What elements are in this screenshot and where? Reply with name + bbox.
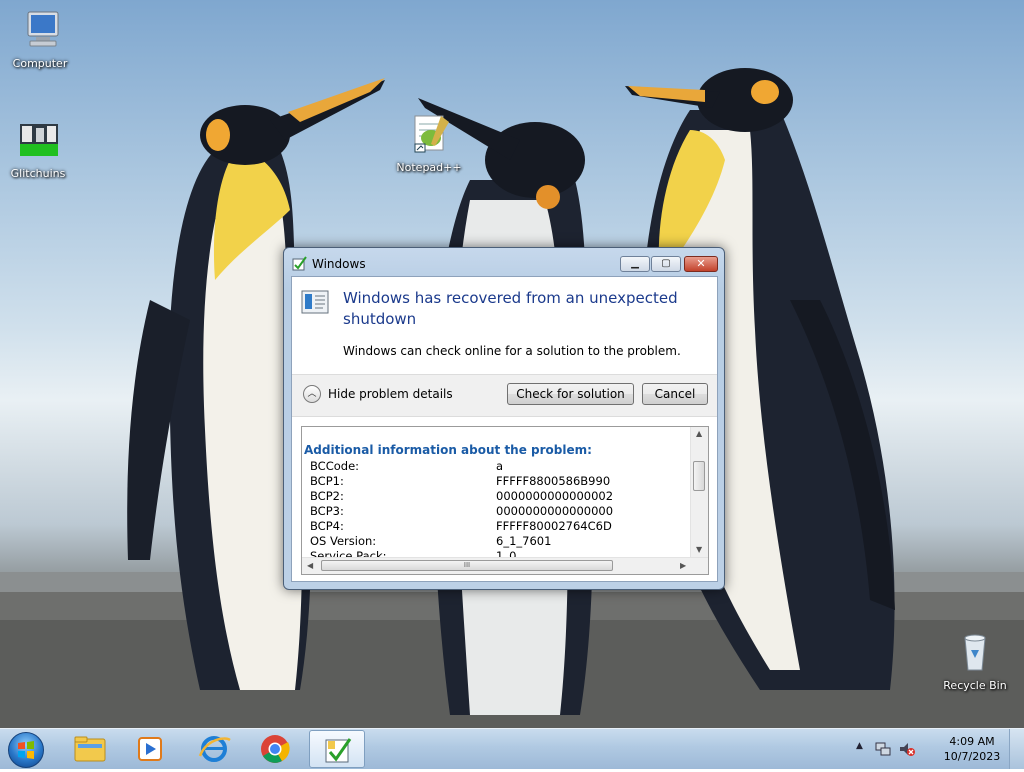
chevron-up-icon: ︿	[307, 389, 317, 399]
details-value: a	[496, 459, 504, 473]
details-value: FFFFF8800586B990	[496, 474, 611, 488]
sub-instruction: Windows can check online for a solution …	[343, 344, 681, 358]
media-player-icon	[138, 737, 162, 761]
network-icon[interactable]	[874, 740, 892, 758]
maximize-icon: ▢	[661, 258, 671, 269]
taskbar: ▲ 4:09 AM 10/7/2023	[0, 728, 1024, 769]
desktop-icon-label: Computer	[12, 57, 68, 70]
collapse-details-button[interactable]: ︿	[303, 385, 321, 403]
internet-explorer-icon	[198, 736, 231, 762]
details-key: OS Version:	[310, 534, 377, 548]
taskbar-item-problem-reports[interactable]	[309, 730, 365, 768]
problem-details-content: Additional information about the problem…	[304, 443, 692, 560]
scroll-up-arrow-icon[interactable]: ▲	[696, 429, 702, 438]
problem-reports-icon	[325, 738, 352, 763]
horizontal-scroll-thumb[interactable]: III	[321, 560, 613, 571]
details-value: 0000000000000000	[496, 504, 614, 518]
windows-recovery-dialog: Windows ▁ ▢ ✕ Windows has recovered from…	[283, 247, 725, 590]
horizontal-scrollbar[interactable]: ◀ III ▶	[302, 557, 708, 574]
cancel-button[interactable]: Cancel	[642, 383, 708, 405]
recycle-bin-icon	[964, 634, 986, 671]
windows-logo-icon	[18, 741, 34, 759]
start-button[interactable]	[8, 732, 44, 768]
glitchuins-icon	[20, 124, 58, 156]
problem-details-box[interactable]: Additional information about the problem…	[301, 426, 709, 575]
desktop-icon-notepadpp[interactable]: Notepad++	[391, 112, 467, 174]
problem-reports-icon	[292, 256, 307, 271]
desktop-icon-glitchuins[interactable]: Glitchuins	[0, 118, 76, 180]
scroll-left-arrow-icon[interactable]: ◀	[307, 561, 313, 570]
volume-muted-icon[interactable]	[898, 740, 916, 758]
details-value: FFFFF80002764C6D	[496, 519, 612, 533]
details-key: BCP3:	[310, 504, 344, 518]
dialog-command-area: ︿ Hide problem details Check for solutio…	[292, 374, 717, 417]
chrome-icon	[261, 735, 290, 763]
notepadpp-icon	[414, 115, 449, 153]
taskbar-item-explorer[interactable]	[62, 730, 118, 768]
desktop-icon-recycle-bin[interactable]: Recycle Bin	[937, 630, 1013, 692]
details-key: BCP1:	[310, 474, 344, 488]
show-hidden-icons-icon[interactable]: ▲	[856, 741, 863, 751]
clock-date: 10/7/2023	[943, 750, 1001, 763]
taskbar-item-chrome[interactable]	[247, 730, 303, 768]
windows-report-icon	[301, 290, 329, 314]
scroll-right-arrow-icon[interactable]: ▶	[680, 561, 686, 570]
details-heading: Additional information about the problem…	[304, 443, 592, 457]
vertical-scroll-thumb[interactable]	[693, 461, 705, 491]
close-icon: ✕	[696, 257, 706, 270]
desktop-icon-label: Glitchuins	[10, 167, 66, 180]
system-tray: ▲ 4:09 AM 10/7/2023	[854, 729, 1024, 769]
computer-icon	[27, 11, 59, 47]
check-for-solution-button[interactable]: Check for solution	[507, 383, 634, 405]
minimize-button[interactable]: ▁	[620, 256, 650, 272]
main-instruction: Windows has recovered from an unexpected…	[343, 289, 678, 328]
close-button[interactable]: ✕	[684, 256, 718, 272]
scroll-down-arrow-icon[interactable]: ▼	[696, 545, 702, 554]
maximize-button[interactable]: ▢	[651, 256, 681, 272]
details-key: BCCode:	[310, 459, 360, 473]
dialog-titlebar[interactable]: Windows ▁ ▢ ✕	[284, 248, 724, 276]
desktop-icon-computer[interactable]: Computer	[2, 8, 78, 70]
hide-details-label[interactable]: Hide problem details	[328, 387, 453, 401]
desktop-icon-label: Notepad++	[396, 161, 462, 174]
details-value: 6_1_7601	[496, 534, 552, 548]
details-value: 0000000000000002	[496, 489, 614, 503]
minimize-icon: ▁	[631, 258, 639, 269]
show-desktop-button[interactable]	[1009, 729, 1024, 769]
dialog-title: Windows	[312, 257, 366, 271]
clock-time: 4:09 AM	[949, 735, 995, 748]
details-key: BCP2:	[310, 489, 344, 503]
taskbar-item-media-player[interactable]	[122, 730, 178, 768]
dialog-content: Windows has recovered from an unexpected…	[291, 276, 718, 582]
details-key: BCP4:	[310, 519, 344, 533]
taskbar-item-internet-explorer[interactable]	[186, 730, 242, 768]
desktop-icon-label: Recycle Bin	[943, 679, 1007, 692]
system-clock[interactable]: 4:09 AM 10/7/2023	[942, 734, 1002, 764]
windows-explorer-icon	[74, 736, 106, 762]
vertical-scrollbar[interactable]: ▲ ▼	[690, 427, 708, 558]
